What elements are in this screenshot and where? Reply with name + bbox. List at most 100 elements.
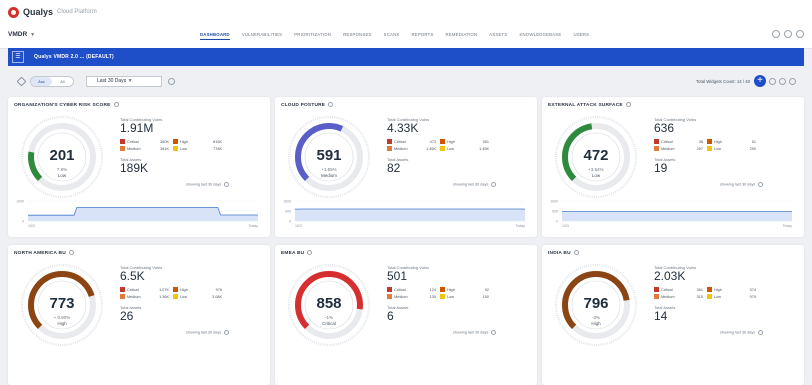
severity-value[interactable]: 1.46K [418, 147, 440, 151]
clock-icon[interactable] [491, 182, 496, 187]
clock-icon[interactable] [491, 330, 496, 335]
total-assets-value[interactable]: 189K [120, 162, 260, 175]
severity-label: Critical [394, 140, 418, 144]
info-icon[interactable] [114, 102, 119, 107]
score-widget-card[interactable]: INDIA BU 796 -3% High Total Contributing… [542, 245, 804, 385]
severity-value[interactable]: 1.36K [151, 295, 173, 299]
qualys-logo[interactable]: Qualys Cloud Platform [8, 5, 97, 19]
tab-knowledgebase[interactable]: KNOWLEDGEBASE [519, 32, 561, 40]
help-icon[interactable] [784, 30, 792, 38]
severity-label: Critical [661, 140, 685, 144]
info-icon[interactable] [168, 78, 175, 85]
settings-icon[interactable] [789, 78, 796, 85]
medium-swatch [387, 146, 392, 151]
total-assets-value[interactable]: 19 [654, 162, 794, 175]
widget-title: NORTH AMERICA BU [14, 250, 74, 256]
tab-scans[interactable]: SCANS [384, 32, 400, 40]
severity-value[interactable]: 180K [151, 140, 173, 144]
module-selector[interactable]: VMDR ▼ [8, 31, 35, 38]
severity-value[interactable]: 778K [204, 147, 226, 151]
refresh-icon[interactable] [769, 78, 776, 85]
score-widget-card[interactable]: CLOUD POSTURE 591 +1.55% Medium Total Co… [275, 97, 537, 237]
tab-responses[interactable]: RESPONSES [343, 32, 372, 40]
total-assets-value[interactable]: 82 [387, 162, 527, 175]
total-contributing-value[interactable]: 636 [654, 122, 794, 135]
severity-value[interactable]: 92 [471, 288, 493, 292]
tab-remediation[interactable]: REMEDIATION [446, 32, 478, 40]
time-window-note: showing last 30 days [720, 182, 763, 187]
total-contributing-value[interactable]: 1.91M [120, 122, 260, 135]
severity-value[interactable]: 976 [204, 288, 226, 292]
dashboard-menu-icon[interactable]: ☰ [12, 51, 24, 63]
tab-users[interactable]: USERS [573, 32, 589, 40]
clock-icon[interactable] [758, 182, 763, 187]
score-trend-chart: 1000010/3Today [14, 197, 264, 229]
toggle-option-all[interactable]: All [52, 77, 73, 86]
total-contributing-value[interactable]: 501 [387, 270, 527, 283]
high-swatch [173, 139, 178, 144]
tab-reports[interactable]: REPORTS [411, 32, 433, 40]
user-icon[interactable] [772, 30, 780, 38]
severity-value[interactable]: 38 [685, 140, 707, 144]
severity-value[interactable]: 124 [418, 288, 440, 292]
info-icon[interactable] [307, 250, 312, 255]
severity-value[interactable]: 1.45K [471, 147, 493, 151]
tab-dashboard[interactable]: DASHBOARD [200, 32, 230, 40]
severity-value[interactable]: 979 [738, 295, 760, 299]
info-icon[interactable] [69, 250, 74, 255]
medium-swatch [120, 146, 125, 151]
total-assets-value[interactable]: 6 [387, 310, 527, 323]
tab-vulnerabilities[interactable]: VULNERABILITIES [242, 32, 283, 40]
severity-value[interactable]: 290 [738, 147, 760, 151]
severity-value[interactable]: 51 [738, 140, 760, 144]
info-icon[interactable] [626, 102, 631, 107]
severity-value[interactable]: 361 [685, 288, 707, 292]
tab-prioritization[interactable]: PRIORITIZATION [294, 32, 331, 40]
x-tick-label: Today [249, 224, 259, 228]
severity-value[interactable]: 181K [151, 147, 173, 151]
tag-icon[interactable] [17, 77, 27, 87]
severity-label: Medium [394, 147, 418, 151]
info-icon[interactable] [574, 250, 579, 255]
view-toggle[interactable]: Asc All [30, 76, 74, 87]
chart-icon[interactable] [779, 78, 786, 85]
total-assets-value[interactable]: 26 [120, 310, 260, 323]
severity-value[interactable]: 951 [471, 140, 493, 144]
total-contributing-value[interactable]: 6.5K [120, 270, 260, 283]
risk-level: Critical [285, 321, 373, 326]
severity-value[interactable]: 3.08K [204, 295, 226, 299]
date-range-select[interactable]: Last 30 Days ▼ [86, 76, 162, 87]
clock-icon[interactable] [224, 330, 229, 335]
module-nav-bar: VMDR ▼ DASHBOARD VULNERABILITIES PRIORIT… [0, 22, 812, 49]
severity-value[interactable]: 150 [471, 295, 493, 299]
high-swatch [440, 139, 445, 144]
clock-icon[interactable] [224, 182, 229, 187]
total-contributing-value[interactable]: 2.03K [654, 270, 794, 283]
tab-assets[interactable]: ASSETS [489, 32, 507, 40]
add-widget-button[interactable]: + [754, 75, 766, 87]
clock-icon[interactable] [758, 330, 763, 335]
score-widget-card[interactable]: EXTERNAL ATTACK SURFACE 472 +3.64% Low T… [542, 97, 804, 237]
date-range-value: Last 30 Days [97, 78, 126, 84]
apps-icon[interactable] [796, 30, 804, 38]
widget-title: CLOUD POSTURE [281, 102, 333, 108]
dashboard-title[interactable]: Qualys VMDR 2.0 ... (DEFAULT) [34, 54, 114, 60]
total-contributing-value[interactable]: 4.33K [387, 122, 527, 135]
severity-label: High [714, 288, 738, 292]
score-widget-card[interactable]: NORTH AMERICA BU 773 + 0.90% High Total … [8, 245, 270, 385]
toggle-option-asc[interactable]: Asc [31, 77, 52, 86]
risk-score-value: 796 [552, 295, 640, 312]
severity-value[interactable]: 374 [738, 288, 760, 292]
severity-value[interactable]: 135 [418, 295, 440, 299]
severity-label: Critical [394, 288, 418, 292]
severity-value[interactable]: 815K [204, 140, 226, 144]
severity-label: Critical [127, 288, 151, 292]
severity-value[interactable]: 257 [685, 147, 707, 151]
severity-value[interactable]: 473 [418, 140, 440, 144]
total-assets-value[interactable]: 14 [654, 310, 794, 323]
info-icon[interactable] [328, 102, 333, 107]
score-widget-card[interactable]: ORGANIZATION'S CYBER RISK SCORE 201 7.9%… [8, 97, 270, 237]
severity-value[interactable]: 315 [685, 295, 707, 299]
severity-value[interactable]: 1.07K [151, 288, 173, 292]
score-widget-card[interactable]: EMEA BU 858 -1% Critical Total Contribut… [275, 245, 537, 385]
